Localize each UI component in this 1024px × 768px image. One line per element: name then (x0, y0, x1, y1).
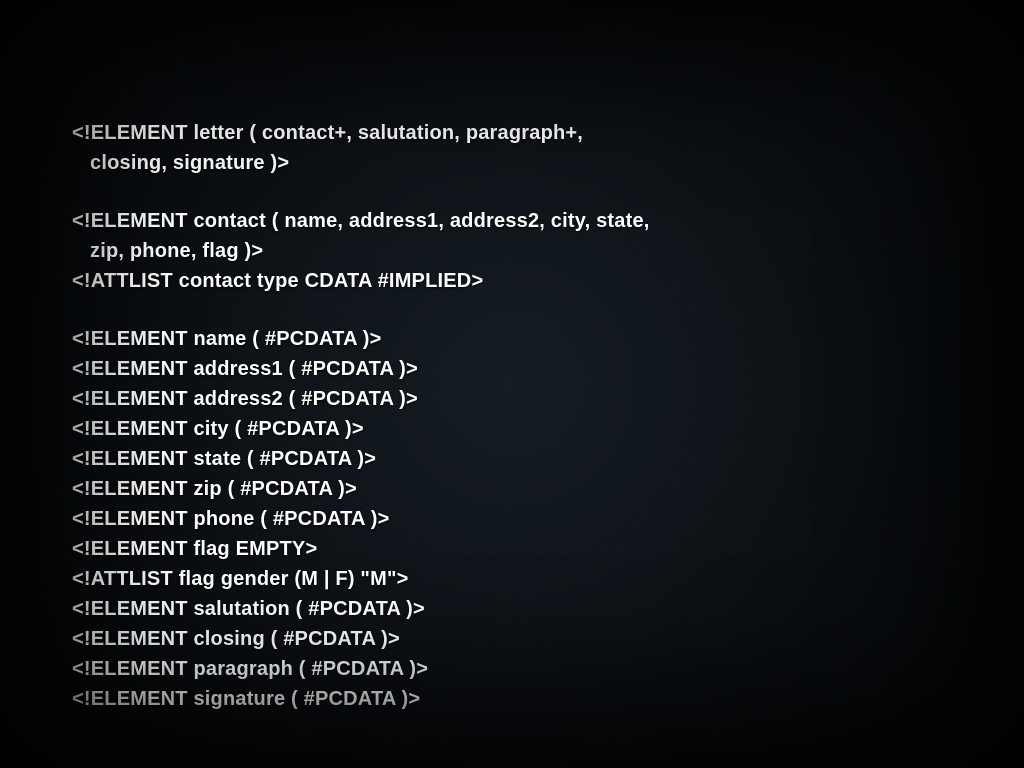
dtd-line: <!ELEMENT signature ( #PCDATA )> (72, 684, 1024, 714)
dtd-line: <!ELEMENT zip ( #PCDATA )> (72, 474, 1024, 504)
dtd-line: <!ELEMENT name ( #PCDATA )> (72, 324, 1024, 354)
dtd-block-letter: <!ELEMENT letter ( contact+, salutation,… (72, 118, 1024, 178)
dtd-line: <!ELEMENT closing ( #PCDATA )> (72, 624, 1024, 654)
dtd-line: zip, phone, flag )> (72, 236, 1024, 266)
dtd-line: <!ELEMENT city ( #PCDATA )> (72, 414, 1024, 444)
dtd-line: <!ELEMENT phone ( #PCDATA )> (72, 504, 1024, 534)
dtd-line: <!ELEMENT letter ( contact+, salutation,… (72, 118, 1024, 148)
dtd-line: <!ATTLIST flag gender (M | F) "M"> (72, 564, 1024, 594)
dtd-line: <!ATTLIST contact type CDATA #IMPLIED> (72, 266, 1024, 296)
dtd-line: <!ELEMENT state ( #PCDATA )> (72, 444, 1024, 474)
dtd-line: <!ELEMENT paragraph ( #PCDATA )> (72, 654, 1024, 684)
dtd-line: <!ELEMENT address2 ( #PCDATA )> (72, 384, 1024, 414)
dtd-line: <!ELEMENT address1 ( #PCDATA )> (72, 354, 1024, 384)
dtd-block-contact: <!ELEMENT contact ( name, address1, addr… (72, 206, 1024, 296)
dtd-line: <!ELEMENT salutation ( #PCDATA )> (72, 594, 1024, 624)
dtd-line: <!ELEMENT contact ( name, address1, addr… (72, 206, 1024, 236)
slide-container: <!ELEMENT letter ( contact+, salutation,… (0, 0, 1024, 768)
dtd-block-elements: <!ELEMENT name ( #PCDATA )> <!ELEMENT ad… (72, 324, 1024, 714)
dtd-line: closing, signature )> (72, 148, 1024, 178)
dtd-line: <!ELEMENT flag EMPTY> (72, 534, 1024, 564)
